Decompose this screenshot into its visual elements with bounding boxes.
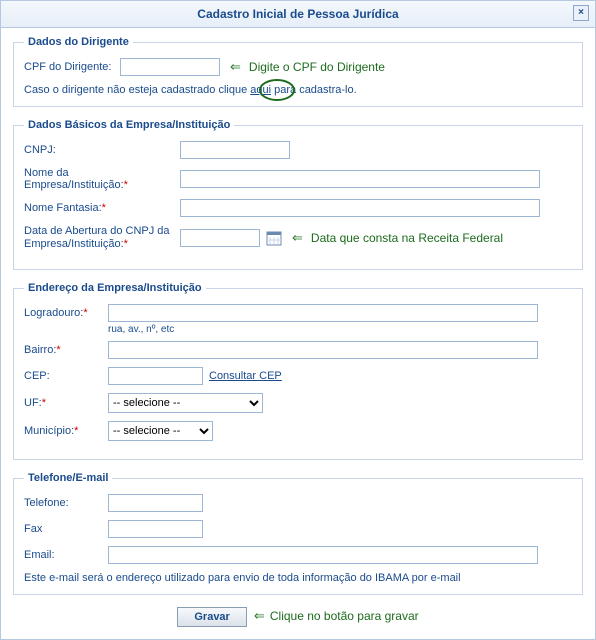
label-fantasia: Nome Fantasia:* (24, 202, 174, 214)
label-telefone: Telefone: (24, 497, 102, 509)
input-bairro[interactable] (108, 341, 538, 359)
row-fax: Fax (24, 520, 572, 538)
row-cnpj: CNPJ: (24, 141, 572, 159)
select-uf[interactable]: -- selecione -- (108, 393, 263, 413)
note-suffix: para cadastra-lo. (271, 84, 357, 96)
row-nome: Nome da Empresa/Instituição:* (24, 167, 572, 191)
label-data-abertura: Data de Abertura do CNPJ da Empresa/Inst… (24, 225, 174, 251)
row-municipio: Município:* -- selecione -- (24, 421, 572, 441)
fieldset-endereco: Endereço da Empresa/Instituição Logradou… (13, 282, 583, 460)
row-telefone: Telefone: (24, 494, 572, 512)
label-logradouro: Logradouro:* (24, 307, 102, 319)
titlebar: Cadastro Inicial de Pessoa Jurídica × (1, 1, 595, 28)
label-cnpj: CNPJ: (24, 144, 174, 156)
fieldset-dirigente: Dados do Dirigente CPF do Dirigente: ⇐ D… (13, 36, 583, 107)
hint-save: Clique no botão para gravar (270, 609, 419, 623)
row-cpf: CPF do Dirigente: ⇐ Digite o CPF do Diri… (24, 58, 572, 76)
fieldset-contato: Telefone/E-mail Telefone: Fax Email: Est… (13, 472, 583, 595)
label-cep: CEP: (24, 370, 102, 382)
input-fax[interactable] (108, 520, 203, 538)
legend-endereco: Endereço da Empresa/Instituição (24, 282, 206, 294)
row-email: Email: (24, 546, 572, 564)
hint-data: Data que consta na Receita Federal (311, 231, 503, 245)
footer: Gravar ⇐ Clique no botão para gravar (13, 607, 583, 627)
dialog-body: Dados do Dirigente CPF do Dirigente: ⇐ D… (1, 28, 595, 639)
input-logradouro[interactable] (108, 304, 538, 322)
input-cpf[interactable] (120, 58, 220, 76)
arrow-icon: ⇐ (230, 59, 241, 75)
input-cep[interactable] (108, 367, 203, 385)
legend-contato: Telefone/E-mail (24, 472, 112, 484)
hint-logradouro: rua, av., nº, etc (108, 324, 572, 335)
row-uf: UF:* -- selecione -- (24, 393, 572, 413)
row-logradouro: Logradouro:* (24, 304, 572, 322)
arrow-icon: ⇐ (254, 608, 265, 623)
label-bairro: Bairro:* (24, 344, 102, 356)
input-cnpj[interactable] (180, 141, 290, 159)
note-prefix: Caso o dirigente não esteja cadastrado c… (24, 84, 250, 96)
calendar-icon[interactable] (266, 230, 282, 246)
row-cep: CEP: Consultar CEP (24, 367, 572, 385)
label-nome: Nome da Empresa/Instituição:* (24, 167, 174, 191)
link-aqui[interactable]: aqui (250, 84, 271, 96)
save-button[interactable]: Gravar (177, 607, 246, 627)
input-data-abertura[interactable] (180, 229, 260, 247)
label-fax: Fax (24, 523, 102, 535)
fieldset-empresa: Dados Básicos da Empresa/Instituição CNP… (13, 119, 583, 270)
legend-dirigente: Dados do Dirigente (24, 36, 133, 48)
arrow-icon: ⇐ (292, 230, 303, 246)
input-telefone[interactable] (108, 494, 203, 512)
input-fantasia[interactable] (180, 199, 540, 217)
window-title: Cadastro Inicial de Pessoa Jurídica (197, 7, 398, 21)
link-consultar-cep[interactable]: Consultar CEP (209, 370, 282, 382)
note-dirigente: Caso o dirigente não esteja cadastrado c… (24, 84, 572, 96)
row-data-abertura: Data de Abertura do CNPJ da Empresa/Inst… (24, 225, 572, 251)
label-municipio: Município:* (24, 425, 102, 437)
input-email[interactable] (108, 546, 538, 564)
hint-cpf: Digite o CPF do Dirigente (249, 60, 385, 74)
select-municipio[interactable]: -- selecione -- (108, 421, 213, 441)
dialog-window: Cadastro Inicial de Pessoa Jurídica × Da… (0, 0, 596, 640)
label-cpf: CPF do Dirigente: (24, 61, 114, 73)
label-email: Email: (24, 549, 102, 561)
note-email: Este e-mail será o endereço utilizado pa… (24, 572, 572, 584)
row-bairro: Bairro:* (24, 341, 572, 359)
label-uf: UF:* (24, 397, 102, 409)
input-nome[interactable] (180, 170, 540, 188)
close-icon[interactable]: × (573, 5, 589, 21)
legend-empresa: Dados Básicos da Empresa/Instituição (24, 119, 234, 131)
row-fantasia: Nome Fantasia:* (24, 199, 572, 217)
